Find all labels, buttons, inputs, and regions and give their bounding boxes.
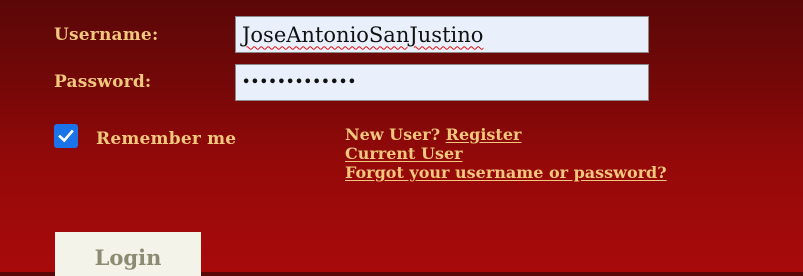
username-label: Username:: [54, 25, 159, 45]
password-value: •••••••••••••: [242, 75, 357, 90]
remember-me-checkbox[interactable]: [54, 124, 78, 148]
current-user-link[interactable]: Current User: [345, 144, 463, 163]
username-field[interactable]: JoseAntonioSanJustino: [235, 16, 649, 53]
remember-me-label: Remember me: [96, 129, 237, 149]
username-value: JoseAntonioSanJustino: [242, 22, 484, 47]
new-user-text: New User?: [345, 125, 441, 144]
checkmark-icon: [58, 129, 74, 143]
register-link[interactable]: Register: [446, 125, 522, 144]
new-user-row: New User? Register: [345, 125, 667, 144]
forgot-credentials-link[interactable]: Forgot your username or password?: [345, 163, 667, 182]
account-links: New User? Register Current User Forgot y…: [345, 125, 667, 182]
login-panel: Username: JoseAntonioSanJustino Password…: [0, 0, 803, 276]
password-field[interactable]: •••••••••••••: [235, 64, 649, 101]
login-button[interactable]: Login: [55, 232, 201, 276]
password-label: Password:: [54, 72, 152, 92]
